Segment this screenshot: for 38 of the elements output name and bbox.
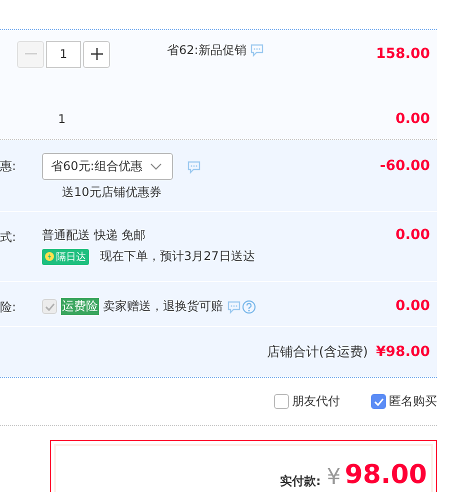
shipping-amount: 0.00: [395, 227, 430, 243]
bolt-icon: [45, 252, 54, 261]
insurance-amount: 0.00: [395, 298, 430, 314]
field-label: 式:: [0, 229, 18, 246]
chat-icon: [187, 160, 201, 174]
delivery-estimate: 现在下单，预计3月27日送达: [100, 248, 255, 265]
insurance-text: 卖家赠送，退换货可赔: [103, 298, 223, 315]
payment-label: 实付款:: [280, 474, 321, 488]
check-icon: [374, 398, 384, 406]
quantity: 1: [58, 112, 66, 126]
store-total-amount: ¥98.00: [376, 344, 430, 360]
field-label: 险:: [0, 299, 18, 316]
checkbox[interactable]: [274, 394, 289, 409]
field-label: 惠:: [0, 158, 18, 175]
checkbox[interactable]: [371, 394, 386, 409]
help-icon: [242, 300, 256, 314]
plus-button[interactable]: [83, 40, 110, 68]
plus-icon: [90, 48, 102, 60]
chat-icon: [250, 43, 264, 57]
chat-icon: [227, 300, 241, 314]
caret-icon: [150, 163, 162, 170]
payment-amount: 98.00: [344, 461, 427, 490]
shipping-method: 普通配送 快递 免邮: [42, 227, 147, 244]
option-label[interactable]: 匿名购买: [389, 393, 437, 410]
coupon-note: 送10元店铺优惠券: [61, 184, 162, 201]
insurance-tag: 运费险: [61, 298, 99, 315]
badge-text: 隔日达: [56, 250, 86, 264]
discount-amount: -60.00: [380, 157, 430, 174]
minus-icon: [24, 53, 36, 55]
price: 158.00: [376, 46, 430, 62]
price: 0.00: [395, 111, 430, 127]
quantity-field[interactable]: 1: [46, 40, 81, 68]
promo-dropdown[interactable]: 省60元:组合优惠: [42, 153, 173, 180]
currency-symbol: ¥: [326, 466, 341, 490]
store-total-label: 店铺合计(含运费): [266, 344, 368, 361]
promo-text: 省62:新品促销: [167, 42, 246, 58]
check-icon: [44, 302, 54, 310]
option-label[interactable]: 朋友代付: [292, 393, 340, 410]
